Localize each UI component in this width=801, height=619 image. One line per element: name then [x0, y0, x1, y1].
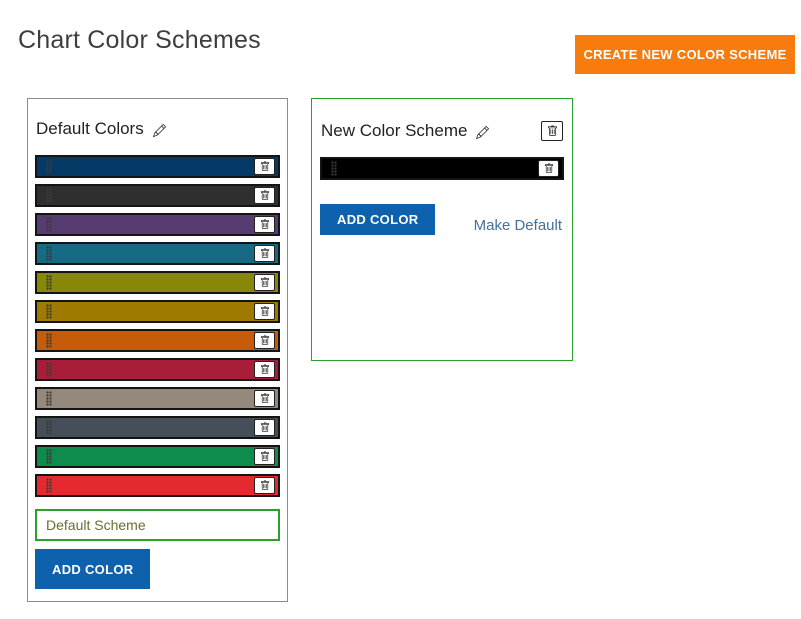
- delete-color-button[interactable]: [254, 361, 275, 378]
- color-swatch-row[interactable]: [35, 387, 280, 410]
- scheme-name-input[interactable]: [35, 509, 280, 541]
- grip-dots-icon[interactable]: [331, 161, 337, 176]
- delete-color-button[interactable]: [254, 390, 275, 407]
- trash-icon: [547, 125, 558, 137]
- pencil-icon[interactable]: [476, 126, 489, 139]
- color-swatch-row[interactable]: [35, 155, 280, 178]
- grip-dots-icon[interactable]: [46, 362, 52, 377]
- trash-icon: [544, 163, 554, 174]
- grip-dots-icon[interactable]: [46, 188, 52, 203]
- color-swatch-row[interactable]: [35, 329, 280, 352]
- delete-color-button[interactable]: [254, 187, 275, 204]
- color-swatch-row[interactable]: [35, 358, 280, 381]
- trash-icon: [260, 480, 270, 491]
- trash-icon: [260, 393, 270, 404]
- color-swatch-row[interactable]: [35, 242, 280, 265]
- trash-icon: [260, 306, 270, 317]
- trash-icon: [260, 364, 270, 375]
- grip-dots-icon[interactable]: [46, 159, 52, 174]
- color-swatch-row[interactable]: [35, 445, 280, 468]
- color-swatch-row[interactable]: [35, 474, 280, 497]
- create-new-color-scheme-button[interactable]: CREATE NEW COLOR SCHEME: [575, 35, 795, 74]
- grip-dots-icon[interactable]: [46, 420, 52, 435]
- delete-color-button[interactable]: [538, 160, 559, 177]
- new-color-list: [320, 157, 564, 180]
- trash-icon: [260, 277, 270, 288]
- default-color-list: [35, 155, 280, 497]
- default-panel-title: Default Colors: [36, 119, 144, 139]
- color-swatch-row[interactable]: [35, 271, 280, 294]
- trash-icon: [260, 451, 270, 462]
- color-swatch-row[interactable]: [35, 213, 280, 236]
- make-default-link[interactable]: Make Default: [474, 217, 562, 235]
- new-panel-footer: ADD COLOR Make Default: [320, 204, 564, 235]
- add-color-button[interactable]: ADD COLOR: [35, 549, 150, 589]
- grip-dots-icon[interactable]: [46, 449, 52, 464]
- trash-icon: [260, 219, 270, 230]
- grip-dots-icon[interactable]: [46, 333, 52, 348]
- trash-icon: [260, 190, 270, 201]
- delete-color-button[interactable]: [254, 245, 275, 262]
- new-panel-header: New Color Scheme: [321, 121, 563, 141]
- grip-dots-icon[interactable]: [46, 478, 52, 493]
- color-swatch-row[interactable]: [35, 416, 280, 439]
- color-swatch-row[interactable]: [35, 300, 280, 323]
- delete-color-button[interactable]: [254, 332, 275, 349]
- page-title: Chart Color Schemes: [18, 26, 261, 55]
- color-swatch-row[interactable]: [320, 157, 564, 180]
- delete-scheme-button[interactable]: [541, 121, 563, 141]
- trash-icon: [260, 248, 270, 259]
- grip-dots-icon[interactable]: [46, 246, 52, 261]
- delete-color-button[interactable]: [254, 303, 275, 320]
- delete-color-button[interactable]: [254, 274, 275, 291]
- delete-color-button[interactable]: [254, 216, 275, 233]
- trash-icon: [260, 161, 270, 172]
- pencil-icon[interactable]: [153, 124, 166, 137]
- add-color-button[interactable]: ADD COLOR: [320, 204, 435, 235]
- new-panel-title: New Color Scheme: [321, 121, 467, 141]
- color-swatch-row[interactable]: [35, 184, 280, 207]
- delete-color-button[interactable]: [254, 158, 275, 175]
- delete-color-button[interactable]: [254, 419, 275, 436]
- delete-color-button[interactable]: [254, 477, 275, 494]
- grip-dots-icon[interactable]: [46, 391, 52, 406]
- delete-color-button[interactable]: [254, 448, 275, 465]
- trash-icon: [260, 335, 270, 346]
- default-colors-panel: Default Colors: [27, 98, 288, 602]
- trash-icon: [260, 422, 270, 433]
- grip-dots-icon[interactable]: [46, 304, 52, 319]
- new-color-scheme-panel: New Color Scheme ADD COLOR Make Default: [311, 98, 573, 361]
- default-panel-header: Default Colors: [36, 119, 279, 139]
- grip-dots-icon[interactable]: [46, 217, 52, 232]
- grip-dots-icon[interactable]: [46, 275, 52, 290]
